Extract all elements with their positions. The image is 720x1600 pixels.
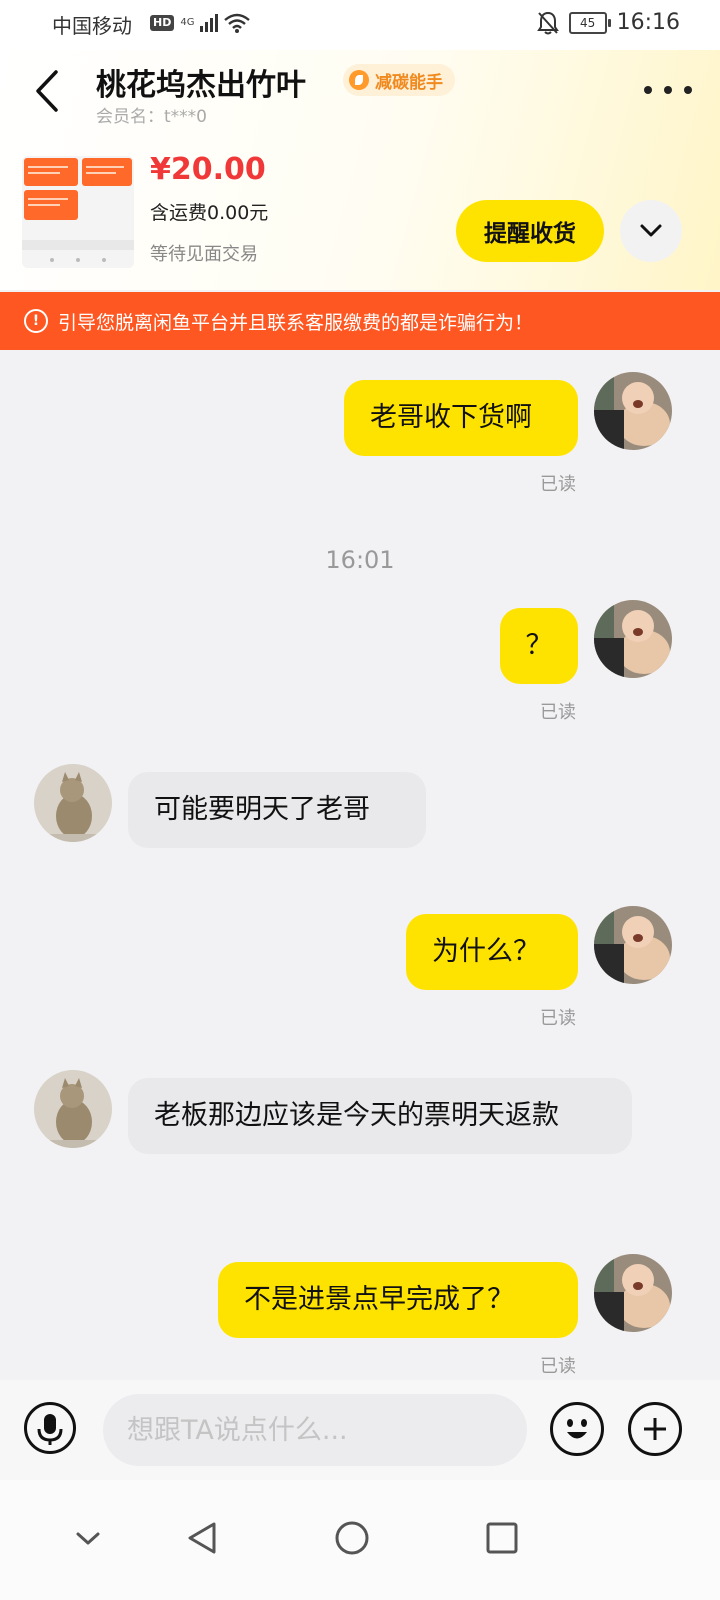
message-input[interactable] (103, 1394, 527, 1466)
plus-icon (644, 1418, 666, 1440)
timestamp: 16:01 (325, 546, 395, 574)
hd-icon: HD (150, 15, 175, 31)
read-receipt: 已读 (540, 1008, 576, 1029)
message-bubble-incoming[interactable]: 老板那边应该是今天的票明天返款 (128, 1078, 632, 1154)
status-bar: 中国移动 HD 4G 45 16:16 (0, 0, 720, 50)
message-bubble-outgoing[interactable]: 为什么？ (406, 914, 578, 990)
message-bubble-incoming[interactable]: 可能要明天了老哥 (128, 772, 426, 848)
message-bubble-outgoing[interactable]: 不是进景点早完成了？ (218, 1262, 578, 1338)
contact-avatar-image (34, 764, 112, 842)
circle-home-icon (335, 1521, 369, 1555)
battery-icon: 45 (568, 11, 611, 34)
network-indicators: HD 4G (150, 13, 251, 33)
dot-icon (644, 86, 652, 94)
my-avatar-image (594, 600, 672, 678)
status-time: 16:16 (616, 10, 680, 35)
dot-icon (684, 86, 692, 94)
avatar[interactable] (594, 906, 672, 984)
status-right: 45 16:16 (536, 10, 680, 35)
read-receipt: 已读 (540, 702, 576, 723)
avatar[interactable] (594, 600, 672, 678)
chevron-left-icon (36, 70, 58, 112)
system-navigation-bar (0, 1480, 720, 1600)
wifi-icon (224, 13, 251, 33)
my-avatar-image (594, 906, 672, 984)
contact-avatar-image (34, 1070, 112, 1148)
my-avatar-image (594, 372, 672, 450)
warning-icon: ! (24, 309, 48, 333)
leaf-icon (349, 70, 369, 90)
message-bubble-outgoing[interactable]: 老哥收下货啊 (344, 380, 578, 456)
triangle-back-icon (188, 1522, 216, 1554)
signal-icon (200, 14, 219, 32)
avatar[interactable] (34, 1070, 112, 1148)
back-button[interactable] (28, 66, 72, 116)
chat-screen: 中国移动 HD 4G 45 16:16 桃花坞杰出竹叶 减碳能手 会员名：t**… (0, 0, 720, 1600)
nav-home-button[interactable] (322, 1508, 382, 1568)
input-bar (0, 1380, 720, 1480)
dot-icon (664, 86, 672, 94)
smiley-icon (567, 1419, 587, 1439)
avatar[interactable] (34, 764, 112, 842)
chevron-down-icon (640, 224, 662, 237)
item-thumbnail[interactable] (22, 156, 134, 268)
fraud-warning-banner: ! 引导您脱离闲鱼平台并且联系客服缴费的都是诈骗行为！ (0, 292, 720, 350)
avatar[interactable] (594, 1254, 672, 1332)
badge-label: 减碳能手 (375, 72, 443, 93)
page-title[interactable]: 桃花坞杰出竹叶 (96, 60, 306, 104)
trade-status: 等待见面交易 (150, 244, 258, 265)
my-avatar-image (594, 1254, 672, 1332)
avatar[interactable] (594, 372, 672, 450)
expand-button[interactable] (620, 200, 682, 262)
hide-keyboard-button[interactable] (58, 1508, 118, 1568)
item-price: ¥20.00 (150, 152, 266, 187)
carrier-name: 中国移动 (52, 14, 132, 38)
user-badge[interactable]: 减碳能手 (343, 64, 455, 96)
member-name: 会员名：t***0 (96, 107, 207, 127)
read-receipt: 已读 (540, 1356, 576, 1377)
chevron-down-icon (76, 1532, 100, 1545)
emoji-button[interactable] (550, 1402, 604, 1456)
more-options-button[interactable] (644, 78, 692, 102)
chat-header: 桃花坞杰出竹叶 减碳能手 会员名：t***0 ¥20.00 含运费0.00元 等… (0, 50, 720, 290)
microphone-icon (37, 1414, 63, 1445)
message-list: 老哥收下货啊 已读 16:01 ？ 已读 可能要明天了老哥 为什么？ 已读 老板… (0, 350, 720, 1380)
warning-text: 引导您脱离闲鱼平台并且联系客服缴费的都是诈骗行为！ (58, 311, 534, 334)
nav-back-button[interactable] (172, 1508, 232, 1568)
remind-receipt-button[interactable]: 提醒收货 (456, 200, 604, 262)
message-bubble-outgoing[interactable]: ？ (500, 608, 578, 684)
mute-notification-icon (536, 11, 559, 34)
nav-recents-button[interactable] (472, 1508, 532, 1568)
read-receipt: 已读 (540, 474, 576, 495)
voice-button[interactable] (24, 1402, 76, 1454)
square-recents-icon (486, 1522, 518, 1554)
shipping-fee: 含运费0.00元 (150, 202, 269, 224)
item-thumbnail-image (22, 156, 134, 268)
network-type: 4G (180, 17, 195, 28)
more-actions-button[interactable] (628, 1402, 682, 1456)
